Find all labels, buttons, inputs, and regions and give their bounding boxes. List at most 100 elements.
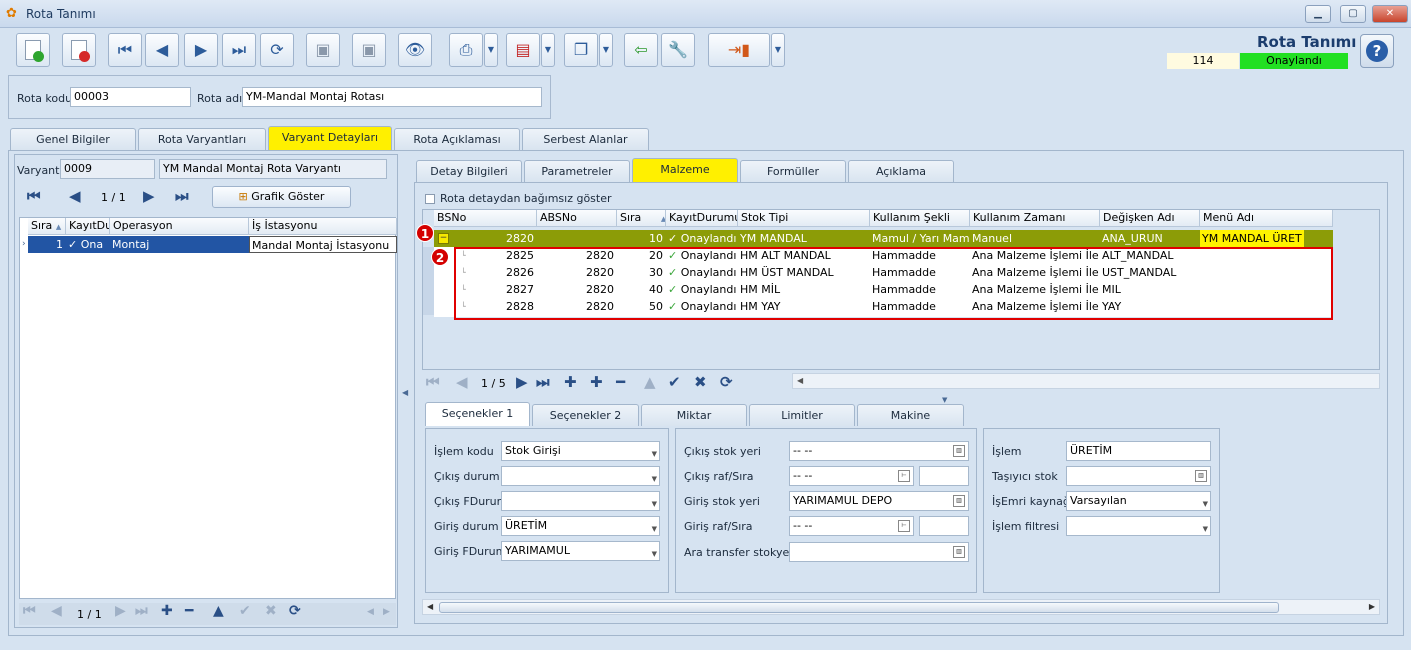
cikis-sira-input[interactable] [919, 466, 969, 486]
col-header-degisken-adi[interactable]: Değişken Adı [1100, 210, 1200, 227]
tools-button[interactable]: 🔧 [661, 33, 695, 67]
col-header-sira[interactable]: Sıra ▲ [28, 218, 66, 235]
import-button[interactable]: ⇦ [624, 33, 658, 67]
col-header-istasyon[interactable]: İş İstasyonu [249, 218, 397, 235]
first-icon[interactable]: ⏮ [426, 373, 440, 391]
independent-checkbox[interactable] [425, 194, 435, 204]
col-header-kayit[interactable]: KayıtDur [66, 218, 110, 235]
col-header-stok-tipi[interactable]: Stok Tipi [738, 210, 870, 227]
confirm-icon[interactable]: ✔ [239, 603, 251, 619]
ellipsis-icon[interactable]: ▥ [953, 546, 965, 558]
add-child-icon[interactable]: ✚ [590, 373, 603, 391]
last-record-button[interactable]: ⏭ [222, 33, 256, 67]
rota-kodu-input[interactable]: 00003 [70, 87, 191, 107]
preview-button[interactable]: 👁 [398, 33, 432, 67]
exit-button[interactable]: ⇥▮ [708, 33, 770, 67]
giris-sira-input[interactable] [919, 516, 969, 536]
grafik-goster-button[interactable]: ⊞ Grafik Göster [212, 186, 351, 208]
tasiyici-stok-input[interactable]: ▥ [1066, 466, 1211, 486]
col-header-sira[interactable]: Sıra ▲ [617, 210, 666, 227]
giris-fdurum-select[interactable]: YARIMAMUL ▼ [501, 541, 660, 561]
save-button[interactable]: ▣ [306, 33, 340, 67]
giris-stok-yeri-input[interactable]: YARIMAMUL DEPO ▥ [789, 491, 969, 511]
previous-record-button[interactable]: ◀ [145, 33, 179, 67]
print-dropdown[interactable]: ▼ [484, 33, 498, 67]
tab-rota-aciklamasi[interactable]: Rota Açıklaması [394, 128, 520, 150]
tab-parametreler[interactable]: Parametreler [524, 160, 630, 182]
previous-icon[interactable]: ◀ [69, 187, 81, 205]
col-header-menu-adi[interactable]: Menü Adı [1200, 210, 1333, 227]
scroll-right-icon[interactable]: ▶ [383, 607, 390, 617]
refresh-icon[interactable]: ⟳ [720, 373, 733, 391]
tab-varyant-detaylari[interactable]: Varyant Detayları [268, 126, 392, 150]
options-hscroll[interactable]: ◀ ▶ [422, 599, 1380, 615]
tab-malzeme[interactable]: Malzeme [632, 158, 738, 182]
tab-secenekler-1[interactable]: Seçenekler 1 [425, 402, 530, 426]
ellipsis-icon[interactable]: ▥ [953, 495, 965, 507]
tab-makine[interactable]: Makine [857, 404, 964, 426]
tab-detay-bilgileri[interactable]: Detay Bilgileri [416, 160, 522, 182]
tab-aciklama[interactable]: Açıklama [848, 160, 954, 182]
tree-picker-icon[interactable]: ⊢ [898, 470, 910, 482]
col-header-absno[interactable]: ABSNo [537, 210, 617, 227]
cikis-stok-yeri-input[interactable]: -- -- ▥ [789, 441, 969, 461]
cancel-icon[interactable]: ✖ [265, 603, 277, 619]
print-button[interactable]: ⎙ [449, 33, 483, 67]
ellipsis-icon[interactable]: ▥ [1195, 470, 1207, 482]
tree-picker-icon[interactable]: ⊢ [898, 520, 910, 532]
table-row[interactable]: 1 ✓ Ona Montaj Mandal Montaj İstasyonu [28, 236, 397, 253]
up-icon[interactable]: ▲ [644, 373, 656, 391]
next-record-button[interactable]: ▶ [184, 33, 218, 67]
scroll-right-icon[interactable]: ▶ [1369, 602, 1375, 611]
tab-serbest-alanlar[interactable]: Serbest Alanlar [522, 128, 649, 150]
last-icon[interactable]: ⏭ [175, 187, 189, 205]
scroll-thumb[interactable] [439, 602, 1279, 613]
minimize-button[interactable]: ▁ [1305, 5, 1331, 23]
col-header-bsno[interactable]: BSNo [434, 210, 537, 227]
previous-icon[interactable]: ◀ [456, 373, 468, 391]
splitter-icon[interactable]: ◀ [402, 388, 408, 397]
rota-adi-input[interactable]: YM-Mandal Montaj Rotası [242, 87, 542, 107]
tab-formuller[interactable]: Formüller [740, 160, 846, 182]
tab-genel-bilgiler[interactable]: Genel Bilgiler [10, 128, 136, 150]
cikis-durum-select[interactable]: ▼ [501, 466, 660, 486]
export-pdf-button[interactable]: ▤ [506, 33, 540, 67]
refresh-button[interactable]: ⟳ [260, 33, 294, 67]
islem-filtresi-select[interactable]: ▼ [1066, 516, 1211, 536]
variant-name-input[interactable]: YM Mandal Montaj Rota Varyantı [159, 159, 387, 179]
add-icon[interactable]: ✚ [161, 603, 173, 619]
export-pdf-dropdown[interactable]: ▼ [541, 33, 555, 67]
col-header-kayitdurumu[interactable]: KayıtDurumu [666, 210, 738, 227]
last-icon[interactable]: ⏭ [135, 603, 148, 619]
scroll-left-icon[interactable]: ◀ [427, 602, 433, 611]
giris-durum-select[interactable]: ÜRETİM ▼ [501, 516, 660, 536]
new-record-button[interactable] [16, 33, 50, 67]
islem-input[interactable]: ÜRETİM [1066, 441, 1211, 461]
tab-secenekler-2[interactable]: Seçenekler 2 [532, 404, 639, 426]
first-icon[interactable]: ⏮ [27, 187, 41, 205]
giris-raf-input[interactable]: -- -- ⊢ [789, 516, 914, 536]
variant-code-input[interactable]: 0009 [60, 159, 155, 179]
table-row-parent[interactable]: − 2820 10 ✓ Onaylandı YM MANDAL Mamul / … [434, 230, 1333, 247]
col-header-operasyon[interactable]: Operasyon [110, 218, 249, 235]
col-header-kullanim-zamani[interactable]: Kullanım Zamanı [970, 210, 1100, 227]
cikis-raf-input[interactable]: -- -- ⊢ [789, 466, 914, 486]
next-icon[interactable]: ▶ [516, 373, 528, 391]
remove-icon[interactable]: ━ [616, 373, 625, 391]
help-button[interactable]: ? [1360, 34, 1394, 68]
previous-icon[interactable]: ◀ [51, 603, 62, 619]
refresh-icon[interactable]: ⟳ [289, 603, 301, 619]
first-icon[interactable]: ⏮ [23, 603, 36, 619]
copy-dropdown[interactable]: ▼ [599, 33, 613, 67]
last-icon[interactable]: ⏭ [536, 373, 550, 391]
material-hscroll[interactable]: ◀ [792, 373, 1380, 389]
ara-transfer-input[interactable]: ▥ [789, 542, 969, 562]
scroll-left-icon[interactable]: ◀ [367, 607, 374, 617]
cancel-icon[interactable]: ✖ [694, 373, 707, 391]
delete-record-button[interactable] [62, 33, 96, 67]
exit-dropdown[interactable]: ▼ [771, 33, 785, 67]
next-icon[interactable]: ▶ [143, 187, 155, 205]
islem-kodu-select[interactable]: Stok Girişi ▼ [501, 441, 660, 461]
first-record-button[interactable]: ⏮ [108, 33, 142, 67]
maximize-button[interactable]: ▢ [1340, 5, 1366, 23]
